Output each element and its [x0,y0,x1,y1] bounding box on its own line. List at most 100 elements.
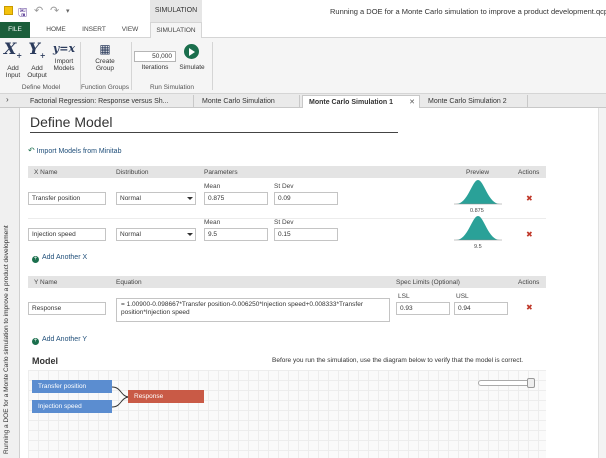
ribbon-separator [80,42,81,90]
equation-header: Equation [116,279,142,286]
doc-tab-monte-carlo-1-label: Monte Carlo Simulation 1 [309,99,394,106]
preview-center-label: 9.5 [474,244,482,250]
x-node-transfer-position[interactable]: Transfer position [32,380,112,393]
doc-tab-monte-carlo-2[interactable]: Monte Carlo Simulation 2 [422,95,528,108]
iterations-input[interactable]: 50,000 [134,51,176,62]
equation-input[interactable]: = 1.00900-0.098667*Transfer position-0.0… [116,298,390,322]
import-models-button[interactable]: y=x Import Models [51,40,77,72]
app-icon [4,6,13,15]
project-title-vertical: Running a DOE for a Monte Carlo simulati… [3,225,10,454]
page-title: Define Model [30,114,113,130]
st-dev-label: St Dev [274,183,294,190]
usl-input[interactable]: 0.94 [454,302,508,315]
ribbon-separator [212,42,213,90]
add-input-button[interactable]: X+ Add Input [3,39,23,80]
vertical-scrollbar[interactable] [598,108,606,458]
delete-icon[interactable]: ✖ [526,303,533,312]
distribution-preview-chart [454,180,502,205]
plus-icon: + [32,338,39,345]
y-node-response[interactable]: Response [128,390,204,403]
tab-home[interactable]: HOME [40,22,72,38]
expand-panel-icon[interactable]: › [6,95,9,104]
distribution-header: Distribution [116,169,149,176]
doc-tab-monte-carlo[interactable]: Monte Carlo Simulation [196,95,300,108]
distribution-preview-chart [454,216,502,241]
plus-icon: + [32,256,39,263]
add-another-x-label: Add Another X [42,254,88,261]
tab-file[interactable]: FILE [0,22,30,38]
play-icon[interactable] [184,44,199,59]
mean-label: Mean [204,183,221,190]
context-tab-label: SIMULATION [150,0,202,22]
import-models-icon: y=x [52,42,76,55]
title-bar: 🖫 ↶ ↷ ▾ SIMULATION Running a DOE for a M… [0,0,606,22]
actions-header: Actions [518,279,540,286]
mean-input[interactable]: 0.875 [204,192,268,205]
lsl-label: LSL [398,293,410,300]
add-input-label: Add Input [5,65,21,80]
add-output-icon: Y+ [28,39,46,61]
zoom-slider[interactable] [478,378,535,388]
spec-limits-header: Spec Limits (Optional) [396,279,460,286]
parameters-header: Parameters [204,169,238,176]
add-input-icon: X+ [3,39,23,61]
normal-curve [456,180,500,204]
tab-insert[interactable]: INSERT [78,22,110,38]
delete-icon[interactable]: ✖ [526,230,533,239]
define-model-group-label: Define Model [21,84,61,91]
actions-header: Actions [518,169,540,176]
window-title: Running a DOE for a Monte Carlo simulati… [330,7,606,16]
customize-toolbar-icon[interactable]: ▾ [66,7,70,15]
add-output-button[interactable]: Y+ Add Output [25,39,49,80]
import-models-link-label: Import Models from Minitab [36,148,122,155]
undo-icon[interactable]: ↶ [34,4,43,17]
simulate-button[interactable]: Simulate [176,64,208,71]
usl-label: USL [456,293,469,300]
add-another-y-link[interactable]: + Add Another Y [32,336,87,345]
define-model-page: Define Model ↶ Import Models from Minita… [20,108,606,458]
mean-input[interactable]: 9.5 [204,228,268,241]
run-simulation-group-label: Run Simulation [149,84,195,91]
chevron-down-icon [185,193,195,204]
function-groups-group-label: Function Groups [80,84,130,91]
create-group-icon: ▦ [99,42,111,56]
x-name-input[interactable]: Injection speed [28,228,106,241]
model-note: Before you run the simulation, use the d… [272,357,524,364]
distribution-select[interactable]: Normal [116,192,196,205]
import-models-link[interactable]: ↶ Import Models from Minitab [28,146,121,155]
add-output-label: Add Output [27,65,47,80]
lsl-input[interactable]: 0.93 [396,302,450,315]
st-dev-input[interactable]: 0.15 [274,228,338,241]
distribution-select[interactable]: Normal [116,228,196,241]
preview-header: Preview [466,169,490,176]
chevron-down-icon [185,229,195,240]
zoom-slider-thumb[interactable] [527,378,535,388]
create-group-button[interactable]: ▦ Create Group [88,40,122,72]
import-models-label: Import Models [53,58,75,72]
delete-icon[interactable]: ✖ [526,194,533,203]
x-name-header: X Name [34,169,58,176]
doc-tab-monte-carlo-1[interactable]: Monte Carlo Simulation 1 ✕ [302,95,420,108]
doc-tab-factorial-regression[interactable]: Factorial Regression: Response versus Sh… [24,95,194,108]
y-name-header: Y Name [34,279,58,286]
x-table-header: X Name Distribution Parameters Preview A… [28,166,546,178]
save-icon[interactable]: 🖫 [18,4,27,23]
ribbon-tabs: FILE HOME INSERT VIEW SIMULATION [0,22,606,38]
add-another-x-link[interactable]: + Add Another X [32,254,87,263]
y-table-header: Y Name Equation Spec Limits (Optional) A… [28,276,546,288]
st-dev-label: St Dev [274,219,294,226]
x-node-injection-speed[interactable]: Injection speed [32,400,112,413]
ribbon-separator [131,42,132,90]
project-side-panel[interactable]: Running a DOE for a Monte Carlo simulati… [0,108,20,458]
iterations-label: Iterations [141,64,169,71]
y-name-input[interactable]: Response [28,302,106,315]
redo-icon[interactable]: ↷ [50,4,59,17]
x-name-input[interactable]: Transfer position [28,192,106,205]
model-diagram[interactable]: Transfer position Injection speed Respon… [28,370,546,458]
tab-view[interactable]: VIEW [116,22,144,38]
st-dev-input[interactable]: 0.09 [274,192,338,205]
title-underline [30,132,398,133]
tab-simulation[interactable]: SIMULATION [150,22,202,38]
ribbon: X+ Add Input Y+ Add Output y=x Import Mo… [0,38,606,94]
document-tabs: › Factorial Regression: Response versus … [0,94,606,108]
